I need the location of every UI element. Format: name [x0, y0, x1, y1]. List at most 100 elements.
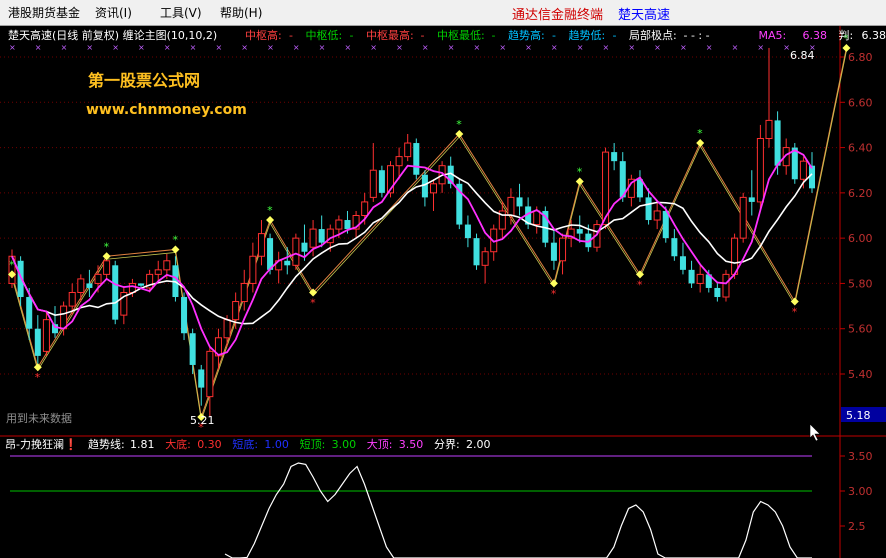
candle-body-up	[60, 305, 68, 330]
sub-chart-title: 昂-力挽狂澜❗	[5, 437, 78, 451]
candle-body-down	[318, 229, 325, 243]
mouse-cursor-icon	[809, 423, 821, 442]
signal-mark: ×	[396, 43, 403, 52]
sub-legend-label: 趋势线:	[88, 437, 125, 451]
ma5-line	[11, 149, 813, 356]
menu-news[interactable]: 资讯(I)	[95, 4, 132, 21]
sub-legend-value: 0.30	[197, 438, 222, 451]
sub-legend-value: 1.81	[130, 438, 155, 451]
legend-label: MA5:	[759, 29, 787, 42]
candle-body-up	[240, 282, 248, 303]
sub-axis-label: 2.5	[848, 520, 866, 533]
peak-star: *	[697, 127, 703, 140]
menu-bar: 港股期货基金 资讯(I) 工具(V) 帮助(H) 通达信金融终端 楚天高速	[0, 0, 886, 26]
candle-body-down	[413, 143, 420, 175]
signal-mark: ×	[525, 43, 532, 52]
candle-body-up	[722, 273, 730, 298]
candle-body-down	[679, 256, 686, 270]
candle-body-up	[799, 160, 807, 180]
signal-mark: ×	[9, 43, 16, 52]
legend-value: 6.38	[862, 29, 886, 42]
price-axis-label: 6.80	[848, 51, 873, 64]
candle-body-up	[42, 319, 50, 352]
candle-body-up	[223, 319, 231, 339]
legend-label: 趋势高:	[508, 28, 545, 42]
price-axis-label: 6.20	[848, 187, 873, 200]
signal-mark: ×	[241, 43, 248, 52]
signal-mark: ×	[499, 43, 506, 52]
candle-body-down	[189, 333, 196, 365]
candle-body-down	[464, 224, 471, 239]
pivot-diamond	[575, 177, 584, 186]
candle-body-up	[335, 219, 343, 230]
legend-value: -	[492, 29, 496, 42]
high-annotation: 6.84	[790, 49, 815, 62]
legend-label: 趋势低:	[569, 29, 606, 42]
candle-body-down	[301, 242, 308, 252]
candle-body-up	[533, 210, 541, 226]
menu-hk-futures-funds[interactable]: 港股期货基金	[8, 4, 80, 21]
pivot-diamond	[696, 139, 705, 148]
candle-body-down	[112, 265, 119, 320]
legend-label: 中枢最高:	[366, 28, 414, 42]
trough-star: *	[792, 306, 798, 319]
legend-value: 6.38	[803, 29, 828, 42]
candle-body-up	[163, 260, 171, 271]
low-annotation: 5.21	[190, 414, 215, 427]
sub-legend-value: 1.00	[264, 438, 289, 451]
signal-mark: ×	[112, 43, 119, 52]
ma-white-line	[11, 172, 813, 325]
price-chart[interactable]: 6.80 6.60 6.40 6.20 6.00 5.80 5.60 5.40 * * * * * * *…	[0, 26, 886, 558]
price-axis: 6.80 6.60 6.40 6.20 6.00 5.80 5.60 5.40	[840, 51, 873, 381]
candle-body-down	[34, 328, 41, 356]
signal-mark: ×	[757, 43, 764, 52]
watermark-title: 第一股票公式网	[88, 71, 200, 90]
candle-body-down	[611, 152, 618, 162]
sub-legend-label: 大顶:	[367, 437, 393, 451]
candle-body-up	[559, 237, 567, 262]
moving-averages	[11, 149, 813, 356]
candle-body-up	[739, 196, 747, 239]
signal-mark: ×	[654, 43, 661, 52]
signal-mark: ×	[35, 43, 42, 52]
sub-axis: 3.50 3.00 2.5	[840, 450, 873, 533]
legend-value: -	[613, 29, 617, 42]
legend-value: -	[421, 29, 425, 42]
peak-star: *	[577, 166, 583, 179]
candle-body-up	[361, 201, 369, 217]
signal-mark: ×	[319, 43, 326, 52]
legend-label: 中枢最低:	[437, 28, 485, 42]
signal-mark: ×	[448, 43, 455, 52]
candle-body-down	[714, 287, 721, 298]
sub-legend-value: 3.50	[399, 438, 424, 451]
price-axis-label: 6.00	[848, 232, 873, 245]
candle-body-down	[378, 170, 385, 193]
candle-body-up	[94, 273, 102, 284]
sub-axis-label: 3.00	[848, 485, 873, 498]
candle-body-up	[429, 183, 438, 194]
candle-body-down	[662, 210, 669, 239]
candle-body-down	[198, 369, 205, 388]
pivot-diamond	[266, 216, 275, 225]
legend-label: 中枢低:	[306, 28, 343, 42]
candle-body-up	[232, 301, 240, 321]
signal-mark: ×	[138, 43, 145, 52]
watermark-url: www.chnmoney.com	[86, 102, 247, 118]
candle-body-down	[284, 260, 291, 266]
candle-body-down	[774, 120, 781, 166]
trough-star: *	[35, 371, 41, 384]
legend-value: -	[350, 29, 354, 42]
menu-help[interactable]: 帮助(H)	[220, 4, 262, 21]
candle-body-up	[103, 260, 111, 275]
candle-body-up	[206, 350, 214, 398]
candle-body-down	[688, 269, 695, 284]
signal-mark: ×	[86, 43, 93, 52]
peak-star: *	[9, 258, 15, 271]
price-axis-label: 5.60	[848, 323, 873, 336]
sub-legend-label: 短顶:	[300, 437, 326, 451]
menu-tools[interactable]: 工具(V)	[160, 4, 202, 21]
candle-body-down	[516, 197, 523, 207]
signal-mark: ×	[61, 43, 68, 52]
candle-body-down	[748, 197, 755, 202]
candle-body-up	[257, 233, 265, 257]
